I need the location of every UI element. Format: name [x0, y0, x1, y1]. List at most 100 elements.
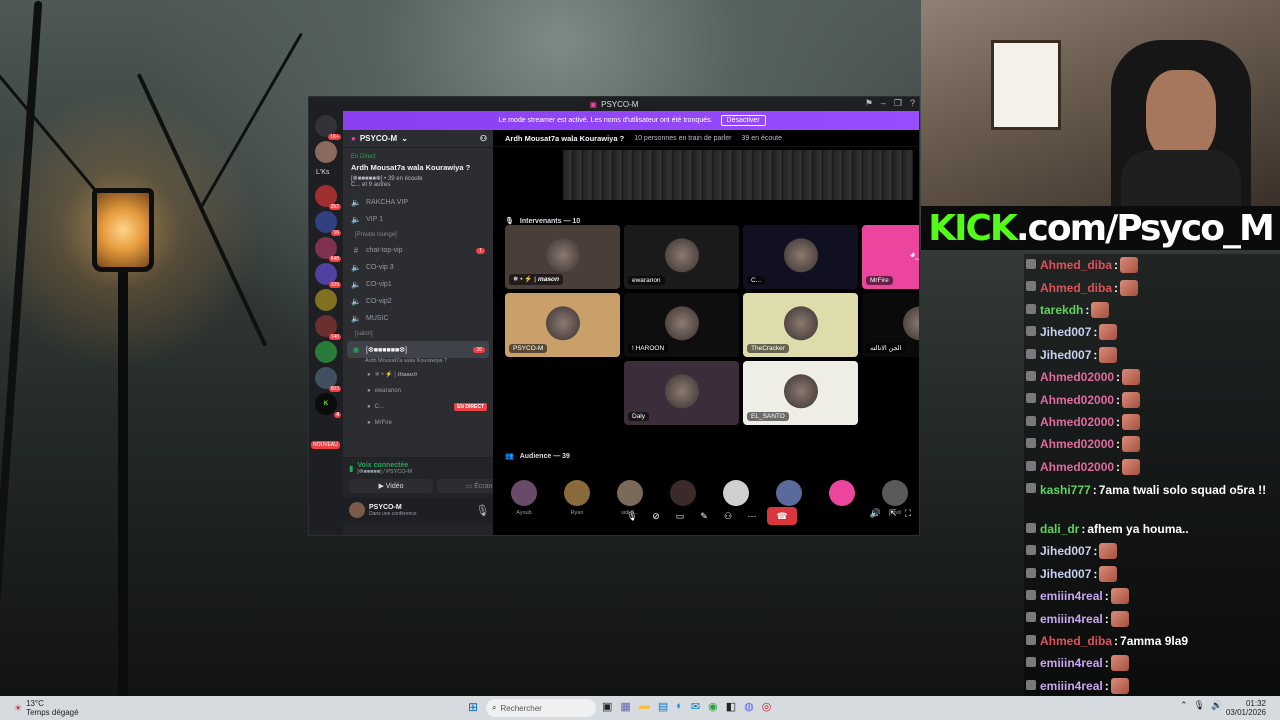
camera-off-icon[interactable]: ⊘ [647, 507, 665, 525]
speaker-tile[interactable]: TheCracker [743, 293, 858, 357]
teams-icon[interactable]: ▦ [620, 700, 630, 713]
audience-avatar[interactable] [511, 480, 537, 506]
server-icon[interactable]: 603 [315, 367, 341, 392]
invite-icon[interactable]: ⚇ [719, 507, 737, 525]
speaker-tile[interactable]: EL_SANTO [743, 361, 858, 425]
voice-channel[interactable]: 🔈 CO-vip 3 [343, 259, 493, 276]
chat-username[interactable]: emiiin4real [1040, 656, 1103, 670]
chat-username[interactable]: emiiin4real [1040, 679, 1103, 693]
voice-channel[interactable]: 🔈 CO-vip2 [343, 293, 493, 310]
active-stage-channel[interactable]: ◉ [❆■■■■■■❆] 26 [347, 341, 489, 358]
screen-share-icon[interactable]: ▭ [671, 507, 689, 525]
audience-avatar[interactable] [670, 480, 696, 506]
chat-username[interactable]: Ahmed02000 [1040, 415, 1114, 429]
stage-member[interactable]: ● ewaranon [343, 383, 493, 399]
speaker-tile[interactable]: PSYCO-M [505, 293, 620, 357]
chat-username[interactable]: Jihed007 [1040, 567, 1091, 581]
audience-avatar[interactable] [564, 480, 590, 506]
server-icon[interactable]: 16 [315, 211, 341, 236]
hang-up-button[interactable]: ☎ [767, 507, 797, 525]
app-icon[interactable]: ◧ [726, 700, 736, 713]
microphone-icon[interactable]: 🎙 [1194, 700, 1205, 711]
store-icon[interactable]: ▤ [658, 700, 668, 713]
popout-icon[interactable]: ⇱ [889, 508, 897, 519]
chrome-icon[interactable]: ◉ [708, 700, 718, 713]
voice-channel[interactable]: 🔈 MUSIC [343, 310, 493, 327]
chat-username[interactable]: Ahmed02000 [1040, 460, 1114, 474]
avatar[interactable] [349, 502, 365, 518]
text-channel[interactable]: # chat-top-vip 1 [343, 242, 493, 259]
audience-avatar[interactable] [617, 480, 643, 506]
volume-icon[interactable]: 🔊 [870, 508, 881, 519]
disable-streamer-button[interactable]: Désactiver [720, 115, 766, 126]
speaker-tile[interactable]: الجن الاتالته [862, 293, 919, 357]
server-icon[interactable]: 140 [315, 315, 341, 340]
server-header[interactable]: ● PSYCO-M ⌄ ⚇ [343, 130, 493, 148]
audience-avatar[interactable] [882, 480, 908, 506]
audience-avatar[interactable] [776, 480, 802, 506]
mail-icon[interactable]: ✉ [691, 700, 700, 713]
kick-server-icon[interactable]: K4 [315, 393, 341, 418]
voice-channel[interactable]: 🔈 CO-vip1 [343, 276, 493, 293]
voice-channel[interactable]: 🔈 RAKCHA VIP [343, 194, 493, 211]
server-home[interactable]: 1K+ [315, 115, 341, 140]
server-icon[interactable] [315, 341, 337, 363]
more-icon[interactable]: ⋯ [743, 507, 761, 525]
windows-start-icon[interactable]: ⊞ [468, 700, 478, 714]
server-icon[interactable]: 352 [315, 185, 341, 210]
category-private[interactable]: [Private lounge] [343, 228, 493, 242]
chat-username[interactable]: Jihed007 [1040, 348, 1091, 362]
chat-username[interactable]: Ahmed02000 [1040, 437, 1114, 451]
chat-username[interactable]: Ahmed02000 [1040, 393, 1114, 407]
volume-icon[interactable]: 🔊 [1211, 700, 1222, 711]
chat-username[interactable]: emiiin4real [1040, 612, 1103, 626]
voice-channel[interactable]: 🔈 VIP 1 [343, 211, 493, 228]
audience-avatar[interactable] [829, 480, 855, 506]
speaker-tile[interactable]: ! HAROON [624, 293, 739, 357]
stage-member[interactable]: ● MrFire [343, 415, 493, 431]
chat-username[interactable]: Jihed007 [1040, 325, 1091, 339]
chat-username[interactable]: Ahmed02000 [1040, 370, 1114, 384]
audience-avatar[interactable] [723, 480, 749, 506]
server-icon[interactable]: 648 [315, 237, 341, 262]
chat-username[interactable]: Ahmed_diba [1040, 258, 1112, 272]
file-explorer-icon[interactable]: ▬ [639, 700, 650, 713]
server-badge: 109 [328, 282, 341, 288]
category-salon[interactable]: [salon] [343, 327, 493, 341]
restore-button[interactable]: ❐ [894, 98, 902, 109]
chat-username[interactable]: tarekdh [1040, 303, 1083, 317]
fullscreen-icon[interactable]: ⛶ [905, 508, 911, 519]
speaker-tile[interactable]: ◕‿◕ MrFire [862, 225, 919, 289]
server-icon[interactable] [315, 289, 337, 311]
chat-username[interactable]: Ahmed_diba [1040, 634, 1112, 648]
help-icon[interactable]: ? [910, 98, 915, 109]
chat-username[interactable]: dali_dr [1040, 522, 1079, 536]
discord-taskbar-icon[interactable]: ◍ [744, 700, 754, 713]
stage-member[interactable]: ● C... EN DIRECT [343, 399, 493, 415]
microphone-icon[interactable]: 🎙 [475, 504, 489, 517]
speaker-tile[interactable]: ewaranon [624, 225, 739, 289]
task-view-icon[interactable]: ▣ [602, 700, 612, 713]
edge-icon[interactable]: ◐ [676, 700, 683, 713]
flag-icon[interactable]: ⚑ [865, 98, 873, 109]
live-stage-card[interactable]: En Direct Ardh Mousat7a wala Kourawiya ?… [347, 152, 489, 190]
stage-member[interactable]: ● ✵ • ⚡ | 𝒎𝒂𝒔𝒐𝒏 [343, 367, 493, 383]
chat-username[interactable]: kashi777 [1040, 481, 1091, 499]
taskbar-search[interactable]: ⌕ Rechercher [486, 699, 596, 717]
speaker-tile[interactable]: C... [743, 225, 858, 289]
activity-icon[interactable]: ✎ [695, 507, 713, 525]
screen-share-preview[interactable] [563, 150, 913, 200]
add-member-icon[interactable]: ⚇ [480, 134, 487, 143]
chat-username[interactable]: Ahmed_diba [1040, 281, 1112, 295]
chat-username[interactable]: Jihed007 [1040, 544, 1091, 558]
video-button[interactable]: ▶ Vidéo [349, 479, 433, 493]
speaker-tile[interactable]: ✵ • ⚡ | 𝒎𝒂𝒔𝒐𝒏 [505, 225, 620, 289]
obs-icon[interactable]: ◎ [762, 700, 772, 713]
minimize-button[interactable]: – [881, 98, 886, 109]
chevron-up-icon[interactable]: ⌃ [1180, 700, 1188, 711]
chat-username[interactable]: emiiin4real [1040, 589, 1103, 603]
microphone-icon[interactable]: 🎙 [623, 507, 641, 525]
speaker-tile[interactable]: Daly [624, 361, 739, 425]
server-icon[interactable] [315, 141, 337, 163]
server-icon[interactable]: 109 [315, 263, 341, 288]
